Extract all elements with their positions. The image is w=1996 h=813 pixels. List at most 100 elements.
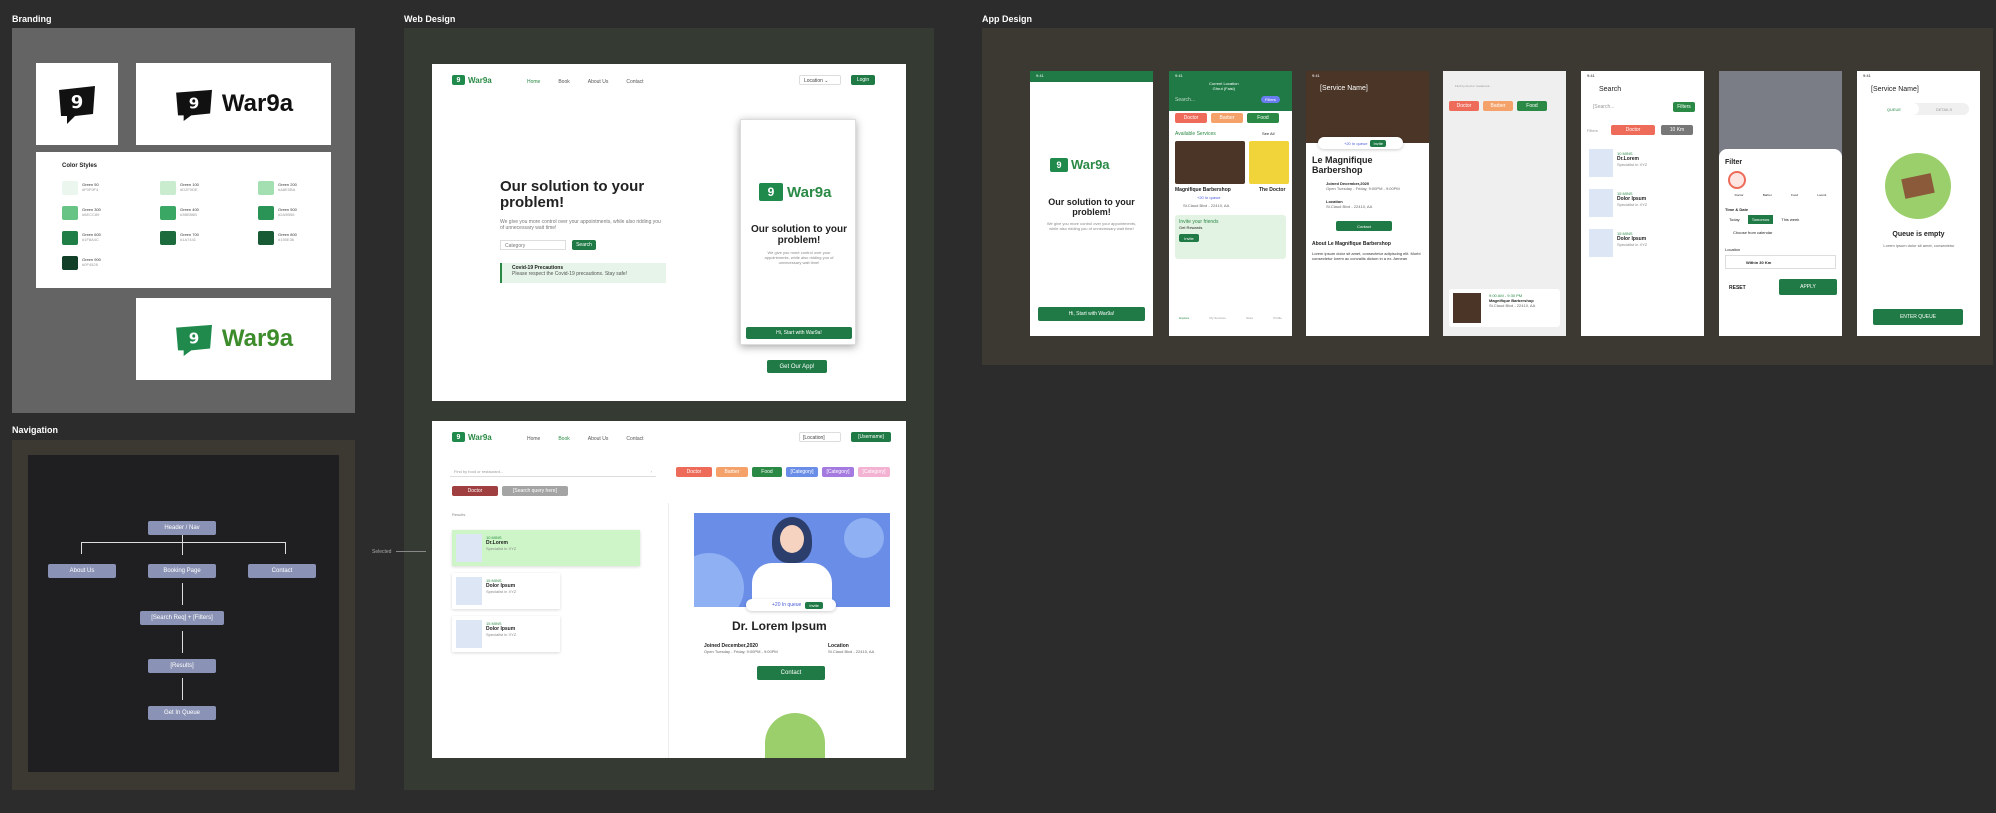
calendar-picker[interactable]: Choose from calendar: [1733, 230, 1772, 235]
map-search-input[interactable]: Find by food or restaurant...: [1455, 84, 1535, 88]
swatch-label: Green 900 #0F4528: [82, 257, 101, 267]
tab-store[interactable]: Store: [1246, 316, 1253, 320]
node-results: [Results]: [148, 659, 216, 673]
result-card[interactable]: 15 MINS Dolor Ipsum Specialist in XYZ: [452, 573, 560, 609]
app-screen-queue: 9:41 [Service Name] QUEUE DETAILS Queue …: [1857, 71, 1980, 336]
app-result-card[interactable]: 10 MINS Dr.Lorem Specialist in XYZ: [1587, 147, 1695, 181]
color-styles-card: Color Styles Green 50 #F0F9F4 Green 100 #D2…: [36, 152, 331, 288]
app-panel: 9:41 9 War9a Our solution to your problem…: [982, 28, 1993, 365]
app-screen-service: 9:41 [Service Name] +20 In queue Invite L…: [1306, 71, 1429, 336]
divider: [668, 503, 669, 758]
location2-select[interactable]: [Location]: [799, 432, 841, 442]
app-screen-home: 9:41 Current Location Ghrut (Faisl) Searc…: [1169, 71, 1292, 336]
result-card[interactable]: 15 MINS Dolor Ipsum Specialist in XYZ: [452, 616, 560, 652]
username-button[interactable]: [Username]: [851, 432, 891, 442]
apply-button[interactable]: APPLY: [1779, 279, 1837, 295]
app-screen-filter: Filter Doctor Barber Food Loomit Time & …: [1719, 71, 1842, 336]
nav2-book[interactable]: Book: [558, 436, 569, 442]
nav2-home[interactable]: Home: [527, 436, 540, 442]
web-booking-page: 9 War9a Home Book About Us Contact [Loca…: [372, 421, 906, 758]
filter-cat-other[interactable]: Loomit: [1817, 171, 1826, 197]
category-select[interactable]: Category: [500, 240, 566, 250]
node-booking: Booking Page: [148, 564, 216, 578]
node-queue: Get In Queue: [148, 706, 216, 720]
svg-text:9: 9: [189, 95, 200, 113]
brand-wordmark-dark: War9a: [221, 90, 294, 117]
time-tomorrow[interactable]: Tomorrow: [1747, 215, 1774, 224]
tab-details[interactable]: DETAILS: [1919, 103, 1969, 115]
location-select[interactable]: Location ⌄: [799, 75, 841, 85]
reset-button[interactable]: RESET: [1729, 285, 1746, 291]
result-card[interactable]: 10 MINS Dr.Lorem Specialist in XYZ: [452, 530, 640, 566]
search-input[interactable]: [Search...: [1593, 104, 1614, 110]
home-chip-doctor[interactable]: Doctor: [1175, 113, 1207, 123]
logo-green-tile: 9 War9a: [136, 298, 331, 380]
web2-chip-cat2[interactable]: [Category]: [822, 467, 854, 477]
app-screen-splash: 9:41 9 War9a Our solution to your problem…: [1030, 71, 1153, 336]
nav-contact[interactable]: Contact: [626, 79, 643, 85]
nav-home[interactable]: Home: [527, 79, 540, 85]
service-contact-button[interactable]: Contact: [1336, 221, 1392, 231]
brand-icon: 9: [59, 86, 95, 124]
tab-queue[interactable]: QUEUE: [1869, 103, 1919, 115]
filter-tag-doctor[interactable]: Doctor: [452, 486, 498, 496]
web2-chip-barber[interactable]: Barber: [716, 467, 748, 477]
hero-search-button[interactable]: Search: [572, 240, 596, 250]
nav-book[interactable]: Book: [558, 79, 569, 85]
web2-search-input[interactable]: Find by food or restaurant... ›: [450, 467, 656, 477]
app-result-card[interactable]: 15 MINS Dolor Ipsum Specialist in XYZ: [1587, 227, 1695, 261]
navigation-panel: Header / Nav About Us Booking Page Conta…: [12, 440, 355, 790]
time-today[interactable]: Today: [1725, 215, 1744, 224]
swatch-label: Green 200 #A8E0BA: [278, 182, 297, 192]
swatch-label: Green 700 #1A7441: [180, 232, 199, 242]
swatch: [62, 206, 78, 220]
web2-chip-food[interactable]: Food: [752, 467, 782, 477]
section-title-navigation: Navigation: [12, 425, 59, 435]
node-contact: Contact: [248, 564, 316, 578]
swatch: [160, 231, 176, 245]
doctor-location: Location St.Claud Blvd - 22410, AA: [828, 643, 875, 654]
nav-about[interactable]: About Us: [588, 79, 609, 85]
section-title-web: Web Design: [404, 14, 456, 24]
swatch: [62, 256, 78, 270]
web2-chip-doctor[interactable]: Doctor: [676, 467, 712, 477]
get-app-button[interactable]: Get Our App!: [767, 360, 827, 373]
doctor-joined: Joined December,2020 Open Tuesday - Frida…: [704, 643, 778, 654]
enter-queue-button[interactable]: ENTER QUEUE: [1873, 309, 1963, 325]
within-select[interactable]: Within 30 Km: [1725, 255, 1836, 269]
color-styles-title: Color Styles: [62, 163, 98, 169]
filter-cat-food[interactable]: Food: [1791, 171, 1798, 197]
tab-explore[interactable]: Explore: [1179, 316, 1189, 320]
home-chip-barber[interactable]: Barber: [1211, 113, 1243, 123]
queue-pill: +20 In queue Invite: [746, 599, 836, 611]
invite-card: Invite your friends Get Rewards Invite: [1175, 215, 1286, 259]
login-button[interactable]: Login: [851, 75, 875, 85]
nav2-contact[interactable]: Contact: [626, 436, 643, 442]
selected-label: Selected: [372, 549, 392, 555]
time-week[interactable]: This week: [1777, 215, 1803, 224]
splash-start-button[interactable]: Hi, Start with War9a!: [1038, 307, 1145, 321]
home-chip-food[interactable]: Food: [1247, 113, 1279, 123]
home-filters-button[interactable]: Filters: [1261, 96, 1280, 103]
swatch-label: Green 800 #155E36: [278, 232, 297, 242]
app-screen-map: Find by food or restaurant... Doctor Bar…: [1443, 71, 1566, 336]
swatch-label: Green 100 #D2F0DE: [180, 182, 199, 192]
tab-my-services[interactable]: My Services: [1209, 316, 1225, 320]
invite-button[interactable]: Invite: [805, 601, 823, 609]
svg-text:9: 9: [189, 330, 200, 348]
web-panel: 9 War9a Home Book About Us Contact Locat…: [372, 28, 934, 790]
phone-start-button[interactable]: Hi, Start with War9a!: [746, 327, 852, 339]
app-result-card[interactable]: 15 MINS Dolor Ipsum Specialist in XYZ: [1587, 187, 1695, 221]
filter-cat-barber[interactable]: Barber: [1763, 171, 1772, 197]
doctor-name: Dr. Lorem Ipsum: [732, 619, 827, 633]
tab-profile[interactable]: Profile: [1273, 316, 1282, 320]
web2-chip-cat3[interactable]: [Category]: [858, 467, 890, 477]
web2-contact-button[interactable]: Contact: [757, 666, 825, 680]
svg-text:9: 9: [71, 92, 84, 113]
nav2-about[interactable]: About Us: [588, 436, 609, 442]
filter-tag-query[interactable]: [Search query here]: [502, 486, 568, 496]
web2-chip-cat1[interactable]: [Category]: [786, 467, 818, 477]
web-home-page: 9 War9a Home Book About Us Contact Locat…: [432, 64, 906, 401]
invite-friends-button[interactable]: Invite: [1179, 234, 1199, 242]
home-search-input[interactable]: Search...: [1175, 97, 1255, 103]
